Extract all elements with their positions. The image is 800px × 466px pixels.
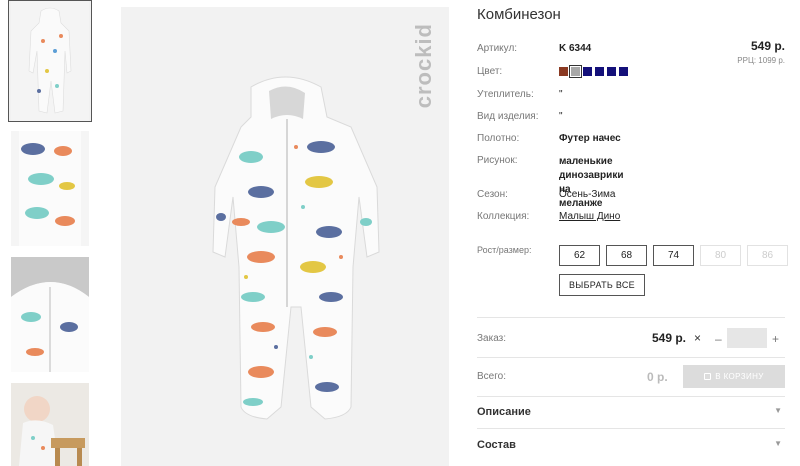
add-to-cart-label: В КОРЗИНУ xyxy=(715,372,764,381)
color-swatch[interactable] xyxy=(559,67,568,76)
accordion-composition[interactable]: Состав ▼ xyxy=(477,439,785,451)
size-label: Рост/размер: xyxy=(477,245,532,255)
color-swatch[interactable] xyxy=(607,67,616,76)
accordion-label: Состав xyxy=(477,439,516,451)
times-icon: × xyxy=(694,331,702,345)
select-all-button[interactable]: ВЫБРАТЬ ВСЕ xyxy=(559,274,645,296)
spec-value: маленькие динозаврики на меланже xyxy=(559,156,624,209)
spec-label: Вид изделия: xyxy=(477,111,539,122)
spec-label: Артикул: xyxy=(477,43,518,54)
recommended-price: РРЦ: 1099 р. xyxy=(737,56,785,65)
size-option-68[interactable]: 68 xyxy=(606,245,647,266)
divider xyxy=(477,357,785,358)
increase-quantity-button[interactable]: + xyxy=(772,332,779,346)
spec-value: " xyxy=(559,111,563,122)
size-option-86: 86 xyxy=(747,245,788,266)
main-product-image[interactable]: crockid xyxy=(121,7,449,466)
collection-link[interactable]: Малыш Дино xyxy=(559,211,620,222)
color-swatches xyxy=(559,65,628,78)
jumpsuit-thumbnail-image xyxy=(11,1,89,121)
size-option-74[interactable]: 74 xyxy=(653,245,694,266)
divider xyxy=(477,317,785,318)
jumpsuit-illustration xyxy=(121,7,449,466)
spec-value: K 6344 xyxy=(559,43,592,54)
size-options: 62 68 74 80 86 xyxy=(559,245,788,266)
chevron-down-icon: ▼ xyxy=(774,439,782,448)
spec-value: " xyxy=(559,89,563,100)
thumbnail-model[interactable] xyxy=(11,383,89,466)
color-swatch-selected[interactable] xyxy=(569,65,582,78)
product-price: 549 р. xyxy=(750,39,785,53)
spec-label: Полотно: xyxy=(477,133,520,144)
spec-label: Цвет: xyxy=(477,66,503,77)
spec-label: Коллекция: xyxy=(477,211,530,222)
accordion-description[interactable]: Описание ▼ xyxy=(477,406,785,418)
thumbnail-detail-hood[interactable] xyxy=(11,257,89,372)
thumbnail-detail-fabric[interactable] xyxy=(11,131,89,246)
spec-label: Рисунок: xyxy=(477,155,518,166)
fabric-detail-image xyxy=(11,131,89,246)
color-swatch[interactable] xyxy=(583,67,592,76)
order-label: Заказ: xyxy=(477,333,507,344)
add-to-cart-button[interactable]: В КОРЗИНУ xyxy=(683,365,785,388)
cart-icon xyxy=(704,373,712,380)
hood-detail-image xyxy=(11,257,89,372)
divider xyxy=(477,428,785,429)
thumbnail-front[interactable] xyxy=(8,0,92,122)
spec-label: Сезон: xyxy=(477,189,508,200)
spec-value: Осень-Зима xyxy=(559,189,616,200)
total-label: Всего: xyxy=(477,371,506,382)
spec-label: Утеплитель: xyxy=(477,89,534,100)
size-option-80: 80 xyxy=(700,245,741,266)
product-title: Комбинезон xyxy=(477,6,561,23)
brand-watermark: crockid xyxy=(411,23,436,109)
chevron-down-icon: ▼ xyxy=(774,406,782,415)
color-swatch[interactable] xyxy=(619,67,628,76)
size-option-62[interactable]: 62 xyxy=(559,245,600,266)
total-value: 0 р. xyxy=(647,370,668,384)
quantity-input[interactable] xyxy=(727,328,767,348)
order-price: 549 р. xyxy=(652,331,687,345)
baby-model-image xyxy=(11,383,89,466)
decrease-quantity-button[interactable]: – xyxy=(715,332,722,346)
color-swatch[interactable] xyxy=(595,67,604,76)
divider xyxy=(477,396,785,397)
accordion-label: Описание xyxy=(477,406,531,418)
spec-value: Футер начес xyxy=(559,133,621,144)
